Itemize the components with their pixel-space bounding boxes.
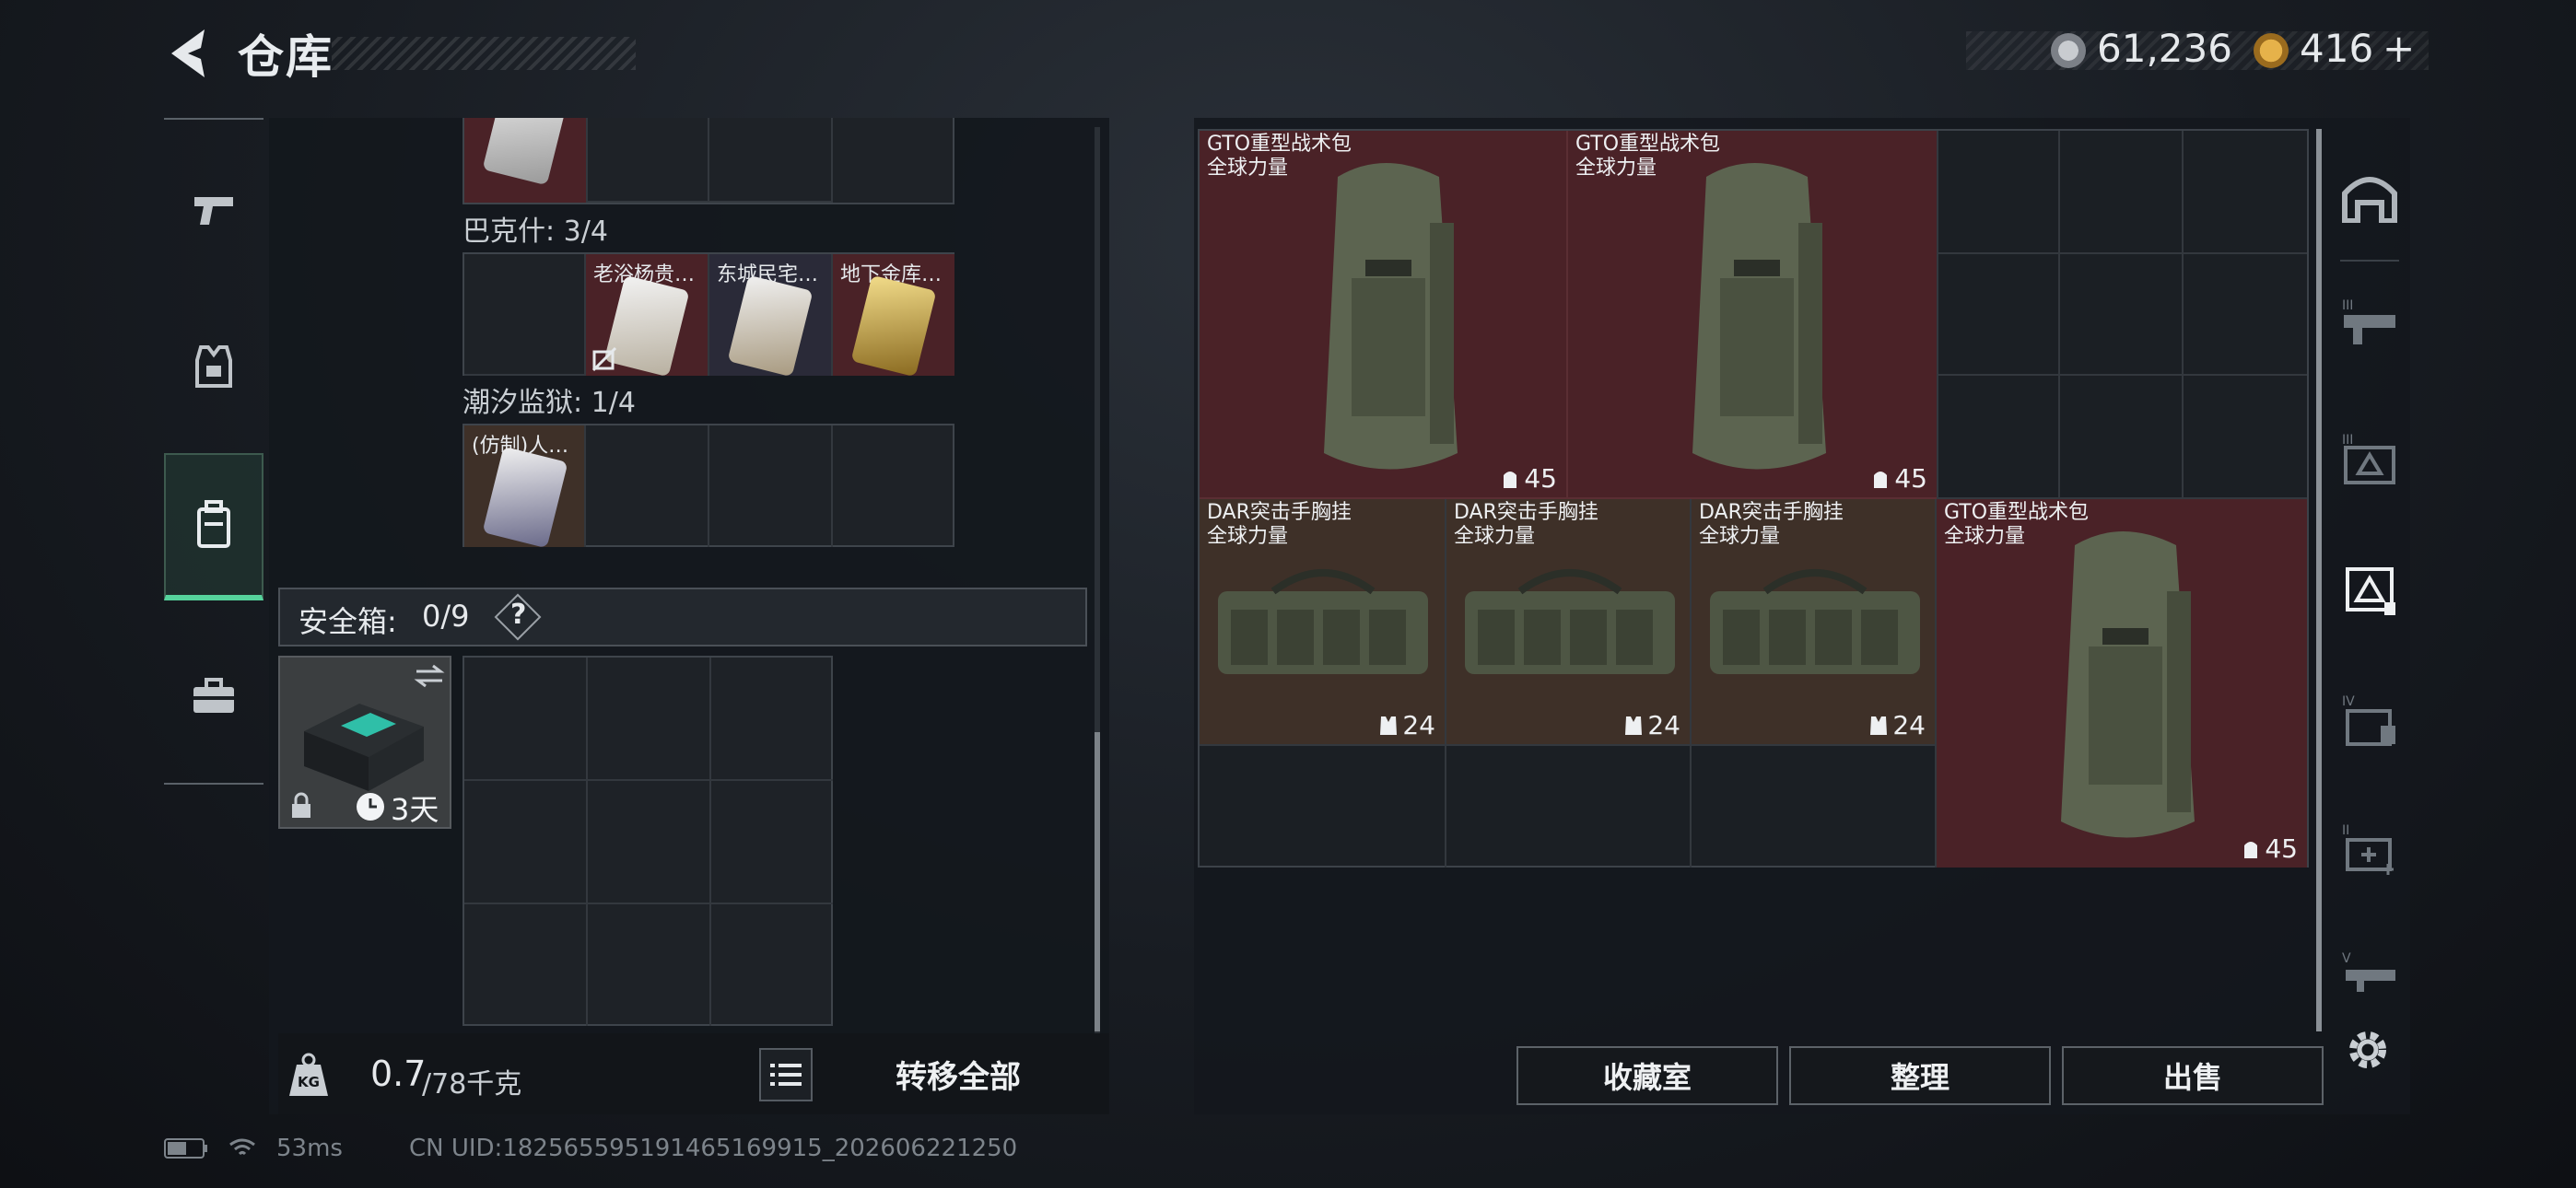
silver-currency-value: 61,236 (2097, 26, 2232, 71)
svg-text:III: III (2342, 433, 2353, 448)
list-view-button[interactable] (759, 1048, 813, 1101)
capacity-backpack-icon (1504, 471, 1517, 488)
collection-item[interactable]: 老浴杨贵… (586, 254, 709, 376)
equipment-crate-icon (2346, 567, 2395, 615)
stash-grid: GTO重型战术包 全球力量 45 GTO重型战术包 全球力量 45 DAR突击手胸挂… (1198, 129, 2309, 868)
safe-box-count: 0/9 (422, 599, 470, 634)
capacity-vest-icon (1625, 716, 1643, 735)
safe-box-grid[interactable] (463, 656, 833, 1026)
svg-text:IV: IV (2342, 694, 2355, 709)
wifi-icon (229, 1138, 255, 1156)
supply-crate-icon: IV (2342, 694, 2395, 746)
capacity-vest-icon (1870, 716, 1888, 735)
stash-tab-equipment[interactable] (2325, 532, 2414, 643)
stash-tab-weapons[interactable]: III (2325, 267, 2414, 378)
scrollbar-thumb[interactable] (1095, 732, 1100, 1031)
battery-icon (164, 1138, 207, 1159)
safe-box-label: 安全箱: (299, 604, 397, 639)
add-currency-button[interactable]: + (2383, 26, 2415, 71)
heavy-backpack-image (2061, 531, 2195, 838)
gear-crate-icon: III (2342, 433, 2395, 484)
capacity-backpack-icon (1874, 471, 1888, 488)
no-trade-icon (591, 346, 617, 372)
gold-currency-value: 416 (2300, 26, 2374, 71)
backpack-icon (197, 500, 230, 548)
safe-case-item[interactable]: 3天 (278, 656, 451, 829)
storage-arch-icon (2342, 177, 2397, 223)
capacity-backpack-icon (2244, 841, 2258, 858)
section-label-tidal-prison: 潮汐监狱: 1/4 (463, 387, 636, 419)
heavy-backpack-image (1692, 163, 1826, 470)
keycard-image (482, 446, 568, 547)
collection-item[interactable] (464, 118, 586, 203)
medical-crate-icon: II (2342, 823, 2394, 875)
lock-icon (292, 792, 310, 818)
gun-rack-icon: III (2342, 298, 2395, 344)
keycard-image (850, 274, 937, 376)
collection-item[interactable]: 东城民宅… (709, 254, 833, 376)
stash-item-backpack[interactable]: GTO重型战术包 全球力量 45 (1937, 499, 2307, 868)
stash-item-backpack[interactable]: GTO重型战术包 全球力量 45 (1568, 131, 1937, 499)
stash-scrollbar[interactable] (2316, 129, 2322, 1031)
silver-coin-icon (2051, 33, 2086, 68)
collection-row-top (463, 118, 954, 204)
svg-text:V: V (2342, 951, 2351, 966)
stash-item-chest-rig[interactable]: DAR突击手胸挂 全球力量 24 (1446, 499, 1692, 746)
svg-text:III: III (2342, 298, 2353, 313)
collection-row-bakesh: 老浴杨贵… 东城民宅… 地下金库… (463, 252, 954, 376)
category-tools[interactable] (164, 623, 263, 770)
chest-rig-image (1465, 569, 1675, 674)
toolbox-icon (193, 678, 234, 713)
sell-button[interactable]: 出售 (2062, 1046, 2324, 1105)
keycard-image (727, 274, 814, 376)
back-arrow-icon (171, 29, 205, 77)
collection-item[interactable]: (仿制)人… (464, 425, 586, 547)
list-icon (770, 1064, 802, 1086)
safe-box-header: 安全箱: 0/9 ? (278, 588, 1087, 646)
status-bar: 53ms CN UID:18256559519146516991​5_20260… (164, 1135, 1017, 1162)
weapon-case-icon: V (2342, 951, 2395, 992)
stash-item-chest-rig[interactable]: DAR突击手胸挂 全球力量 24 (1200, 499, 1446, 746)
stash-tab-weapon-case[interactable]: V (2325, 917, 2414, 1028)
sort-button[interactable]: 整理 (1789, 1046, 2051, 1105)
category-armor[interactable] (164, 293, 263, 440)
favorites-room-button[interactable]: 收藏室 (1516, 1046, 1778, 1105)
settings-gear-icon[interactable] (2342, 1024, 2394, 1076)
collection-row-tidal-prison: (仿制)人… (463, 424, 954, 547)
weight-current: 0.7 (370, 1054, 427, 1094)
stash-tab-gear[interactable]: III (2325, 403, 2414, 514)
chest-rig-image (1218, 569, 1428, 674)
transfer-all-button[interactable]: 转移全部 (857, 1041, 1060, 1107)
pistol-icon (194, 197, 233, 225)
stash-tab-supplies[interactable]: IV (2325, 665, 2414, 775)
back-button[interactable] (164, 26, 212, 81)
stash-tab-main[interactable] (2325, 142, 2414, 252)
armor-vest-icon (195, 345, 232, 388)
weight-icon: KG (287, 1052, 330, 1098)
category-weapons[interactable] (164, 136, 263, 284)
swap-icon (414, 664, 445, 688)
safe-case-image (304, 704, 424, 791)
title-decoration (332, 37, 636, 70)
svg-text:II: II (2342, 823, 2349, 838)
page-title: 仓库 (238, 30, 334, 84)
chest-rig-image (1710, 569, 1920, 674)
capacity-vest-icon (1380, 716, 1398, 735)
clock-icon (357, 793, 384, 821)
weight-max: /78千克 (422, 1068, 522, 1101)
stash-tab-medical[interactable]: II (2325, 794, 2414, 904)
help-icon[interactable]: ? (510, 599, 526, 631)
collection-item[interactable]: 地下金库… (833, 254, 954, 376)
section-label-bakesh: 巴克什: 3/4 (463, 215, 608, 248)
keycard-image (482, 118, 568, 186)
ping-text: 53ms (276, 1135, 343, 1162)
heavy-backpack-image (1324, 163, 1458, 470)
uid-text: CN UID:18256559519146516991​5_2026062212… (408, 1135, 1018, 1162)
category-backpacks[interactable] (164, 453, 263, 600)
gold-coin-icon (2254, 33, 2289, 68)
safe-timer: 3天 (391, 792, 439, 827)
stash-item-chest-rig[interactable]: DAR突击手胸挂 全球力量 24 (1692, 499, 1937, 746)
stash-item-backpack[interactable]: GTO重型战术包 全球力量 45 (1200, 131, 1568, 499)
